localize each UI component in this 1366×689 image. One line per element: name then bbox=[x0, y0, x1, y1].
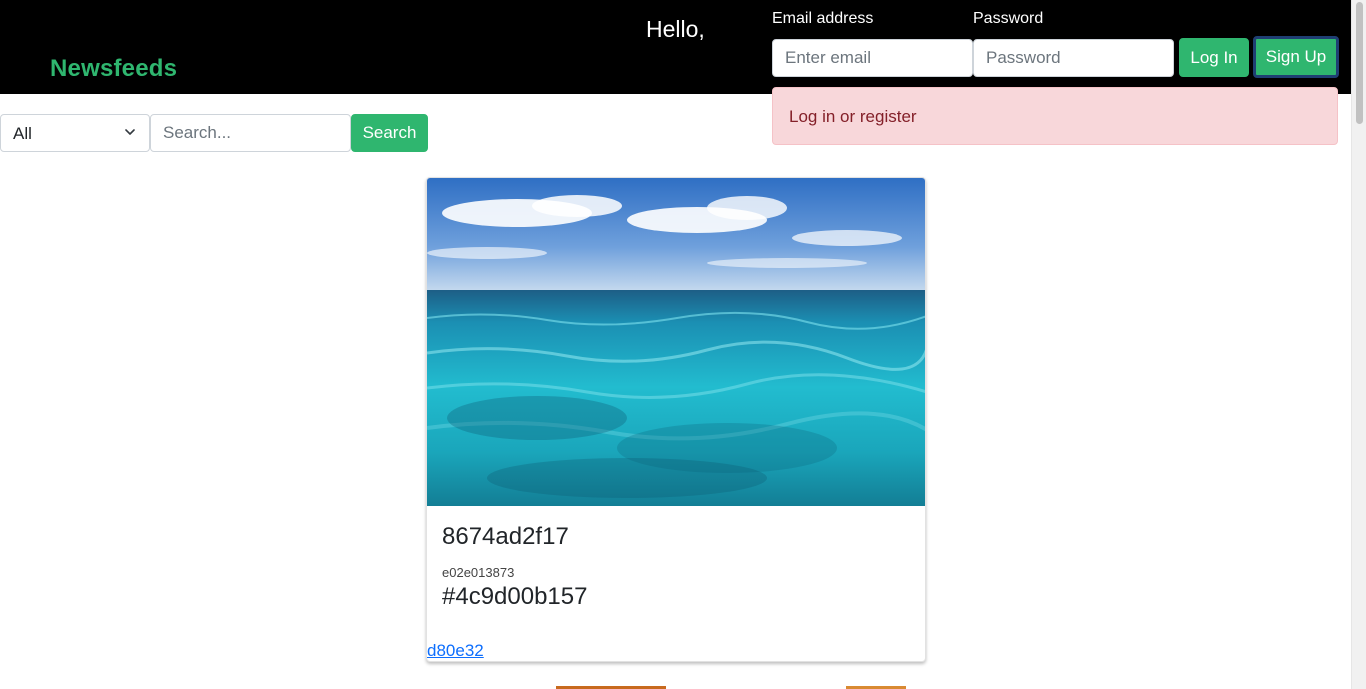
card-title: 8674ad2f17 bbox=[442, 523, 569, 550]
category-select[interactable]: All bbox=[0, 114, 150, 152]
category-select-value: All bbox=[13, 124, 32, 143]
password-field[interactable] bbox=[973, 39, 1174, 77]
top-navbar: Newsfeeds Hello, Email address Password … bbox=[0, 0, 1351, 94]
alert-message: Log in or register bbox=[789, 107, 917, 126]
chevron-down-icon bbox=[125, 129, 135, 135]
login-alert: Log in or register bbox=[772, 87, 1338, 145]
search-button[interactable]: Search bbox=[351, 114, 428, 152]
greeting-text: Hello, bbox=[646, 16, 705, 42]
card-tag: #4c9d00b157 bbox=[442, 583, 588, 610]
card-image bbox=[427, 178, 925, 506]
search-input[interactable] bbox=[150, 114, 351, 152]
login-button[interactable]: Log In bbox=[1179, 38, 1249, 77]
signup-button[interactable]: Sign Up bbox=[1253, 36, 1339, 78]
card-link[interactable]: d80e32 bbox=[427, 641, 484, 661]
next-card-image-peek bbox=[426, 684, 926, 689]
email-label: Email address bbox=[772, 10, 874, 27]
password-label: Password bbox=[973, 10, 1044, 27]
card-subtitle: e02e013873 bbox=[442, 565, 515, 580]
brand-logo[interactable]: Newsfeeds bbox=[50, 55, 177, 83]
page-scrollbar[interactable] bbox=[1351, 0, 1366, 689]
email-field[interactable] bbox=[772, 39, 973, 77]
scrollbar-thumb[interactable] bbox=[1356, 2, 1363, 124]
news-card: 8674ad2f17 e02e013873 #4c9d00b157 d80e32 bbox=[426, 177, 926, 662]
